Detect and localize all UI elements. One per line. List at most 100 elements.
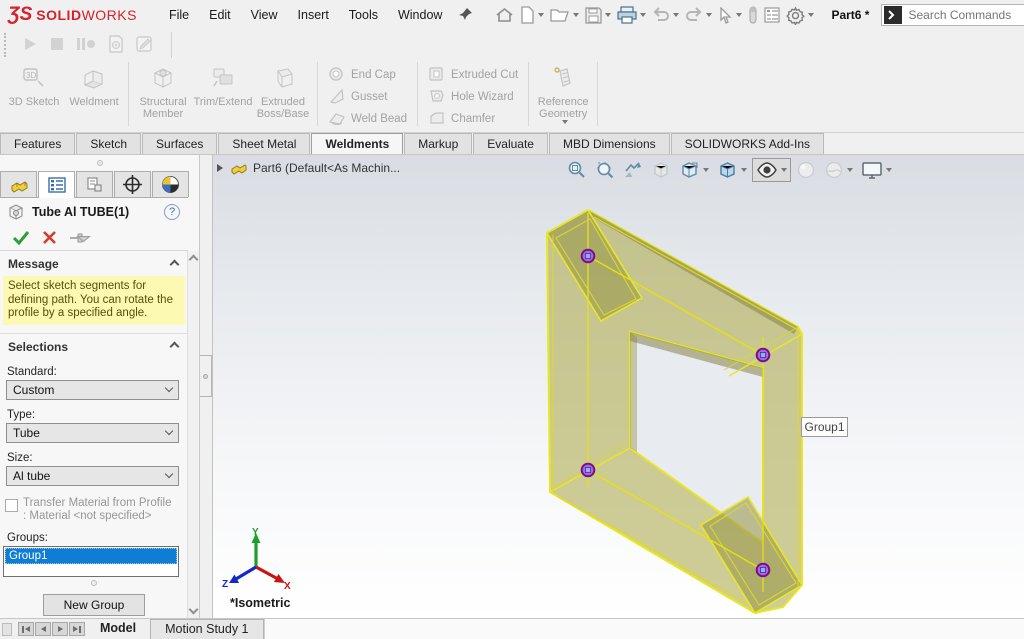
tab-motion-study-1[interactable]: Motion Study 1 (150, 619, 263, 639)
structural-member-button[interactable]: Structural Member (133, 63, 193, 120)
magnet-mate-icon[interactable] (745, 4, 761, 26)
settings-gear-button[interactable] (783, 4, 817, 27)
undo-button[interactable] (649, 5, 682, 25)
chamfer-button[interactable]: Chamfer (422, 108, 501, 130)
size-dropdown[interactable]: Al tube (6, 466, 179, 486)
end-cap-button[interactable]: End Cap (322, 64, 402, 86)
zoom-to-fit-button[interactable] (564, 158, 590, 182)
previous-tab-button[interactable] (35, 622, 51, 636)
chevron-down-icon[interactable] (847, 168, 853, 172)
flyout-feature-tree[interactable]: Part6 (Default<As Machin... (217, 160, 400, 175)
group-list-item-selected[interactable]: Group1 (5, 548, 177, 564)
section-view-button[interactable] (648, 159, 674, 181)
select-cursor-button[interactable] (715, 5, 745, 26)
tab-displaymanager[interactable] (152, 171, 189, 197)
menu-window[interactable]: Window (388, 4, 452, 26)
standard-dropdown[interactable]: Custom (6, 380, 179, 400)
list-resize-dot[interactable] (91, 580, 97, 586)
apply-scene-button[interactable] (821, 158, 856, 182)
extruded-cut-button[interactable]: Extruded Cut (422, 64, 524, 86)
ok-button[interactable] (12, 230, 30, 246)
pin-button[interactable] (69, 231, 91, 245)
new-group-button[interactable]: New Group (43, 594, 145, 616)
redo-button[interactable] (682, 5, 715, 25)
scroll-up-icon[interactable] (189, 255, 199, 265)
panel-splitter[interactable] (200, 155, 213, 618)
cancel-button[interactable] (42, 230, 57, 245)
previous-view-button[interactable] (620, 159, 646, 181)
extruded-boss-base-button[interactable]: Extruded Boss/Base (253, 63, 313, 120)
path-point[interactable] (582, 464, 595, 477)
display-style-button[interactable] (714, 158, 750, 182)
last-tab-button[interactable] (69, 622, 85, 636)
chevron-down-icon[interactable] (781, 168, 787, 172)
tab-configurationmanager[interactable] (76, 171, 113, 197)
open-document-button[interactable] (547, 4, 582, 26)
tab-sheet-metal[interactable]: Sheet Metal (218, 133, 310, 154)
tab-features[interactable]: Features (0, 133, 75, 154)
home-button[interactable] (492, 4, 517, 26)
group1-callout[interactable]: Group1 (801, 417, 848, 437)
toolbar-drag-handle[interactable] (4, 33, 8, 57)
expand-tree-icon[interactable] (217, 164, 223, 172)
help-icon[interactable]: ? (164, 204, 180, 220)
tab-solidworks-add-ins[interactable]: SOLIDWORKS Add-Ins (671, 133, 824, 154)
new-document-button[interactable] (517, 4, 547, 26)
chevron-down-icon[interactable] (703, 168, 709, 172)
next-tab-button[interactable] (52, 622, 68, 636)
options-list-icon[interactable] (761, 5, 783, 25)
transfer-material-checkbox[interactable] (5, 499, 18, 512)
menu-edit[interactable]: Edit (199, 4, 241, 26)
tab-propertymanager[interactable] (38, 171, 75, 198)
menu-file[interactable]: File (159, 4, 199, 26)
print-button[interactable] (614, 4, 649, 26)
search-commands-input[interactable] (906, 7, 1024, 23)
weld-bead-button[interactable]: Weld Bead (322, 108, 413, 130)
tab-surfaces[interactable]: Surfaces (142, 133, 217, 154)
path-point[interactable] (582, 250, 595, 263)
edit-appearance-button[interactable] (793, 158, 819, 182)
view-orientation-button[interactable] (676, 158, 712, 182)
path-point[interactable] (757, 349, 770, 362)
trim-extend-button[interactable]: Trim/Extend (193, 63, 253, 108)
tab-featuremanager[interactable] (0, 171, 37, 197)
hide-show-items-button[interactable] (752, 158, 791, 182)
search-commands-box[interactable] (881, 4, 1024, 26)
gusset-button[interactable]: Gusset (322, 86, 393, 108)
tab-scroll-stub[interactable] (2, 623, 12, 636)
part-tree-label[interactable]: Part6 (Default<As Machin... (253, 161, 400, 175)
weldment-button[interactable]: Weldment (64, 63, 124, 108)
groups-listbox[interactable]: Group1 (3, 546, 179, 577)
tab-model[interactable]: Model (86, 619, 150, 639)
3d-sketch-button[interactable]: 3D 3D Sketch (4, 63, 64, 108)
graphics-viewport[interactable]: Part6 (Default<As Machin... (213, 155, 1024, 618)
first-tab-button[interactable] (18, 622, 34, 636)
view-settings-button[interactable] (858, 159, 895, 182)
reference-geometry-button[interactable]: Reference Geometry (533, 63, 593, 138)
tab-evaluate[interactable]: Evaluate (473, 133, 548, 154)
menu-insert[interactable]: Insert (288, 4, 339, 26)
message-section-header[interactable]: Message (0, 251, 188, 274)
tab-markup[interactable]: Markup (404, 133, 472, 154)
menu-tools[interactable]: Tools (339, 4, 388, 26)
selections-section-header[interactable]: Selections (0, 334, 188, 357)
hole-wizard-button[interactable]: Hole Wizard (422, 86, 520, 108)
tube-frame-model[interactable] (213, 155, 1024, 618)
tab-sketch[interactable]: Sketch (76, 133, 141, 154)
menu-view[interactable]: View (241, 4, 288, 26)
gusset-icon (328, 88, 346, 107)
panel-scrollbar[interactable] (187, 251, 199, 618)
save-button[interactable] (582, 5, 614, 26)
splitter-knob[interactable] (200, 355, 212, 397)
pin-menu-icon[interactable] (458, 6, 474, 25)
tab-weldments[interactable]: Weldments (311, 133, 403, 154)
tab-dimxpertmanager[interactable] (114, 171, 151, 197)
scroll-down-icon[interactable] (189, 605, 199, 615)
chevron-down-icon[interactable] (741, 168, 747, 172)
panel-resize-dot[interactable] (97, 160, 103, 166)
tab-mbd-dimensions[interactable]: MBD Dimensions (549, 133, 670, 154)
type-dropdown[interactable]: Tube (6, 423, 179, 443)
chevron-down-icon[interactable] (886, 168, 892, 172)
zoom-to-area-button[interactable] (592, 158, 618, 182)
path-point[interactable] (757, 564, 770, 577)
